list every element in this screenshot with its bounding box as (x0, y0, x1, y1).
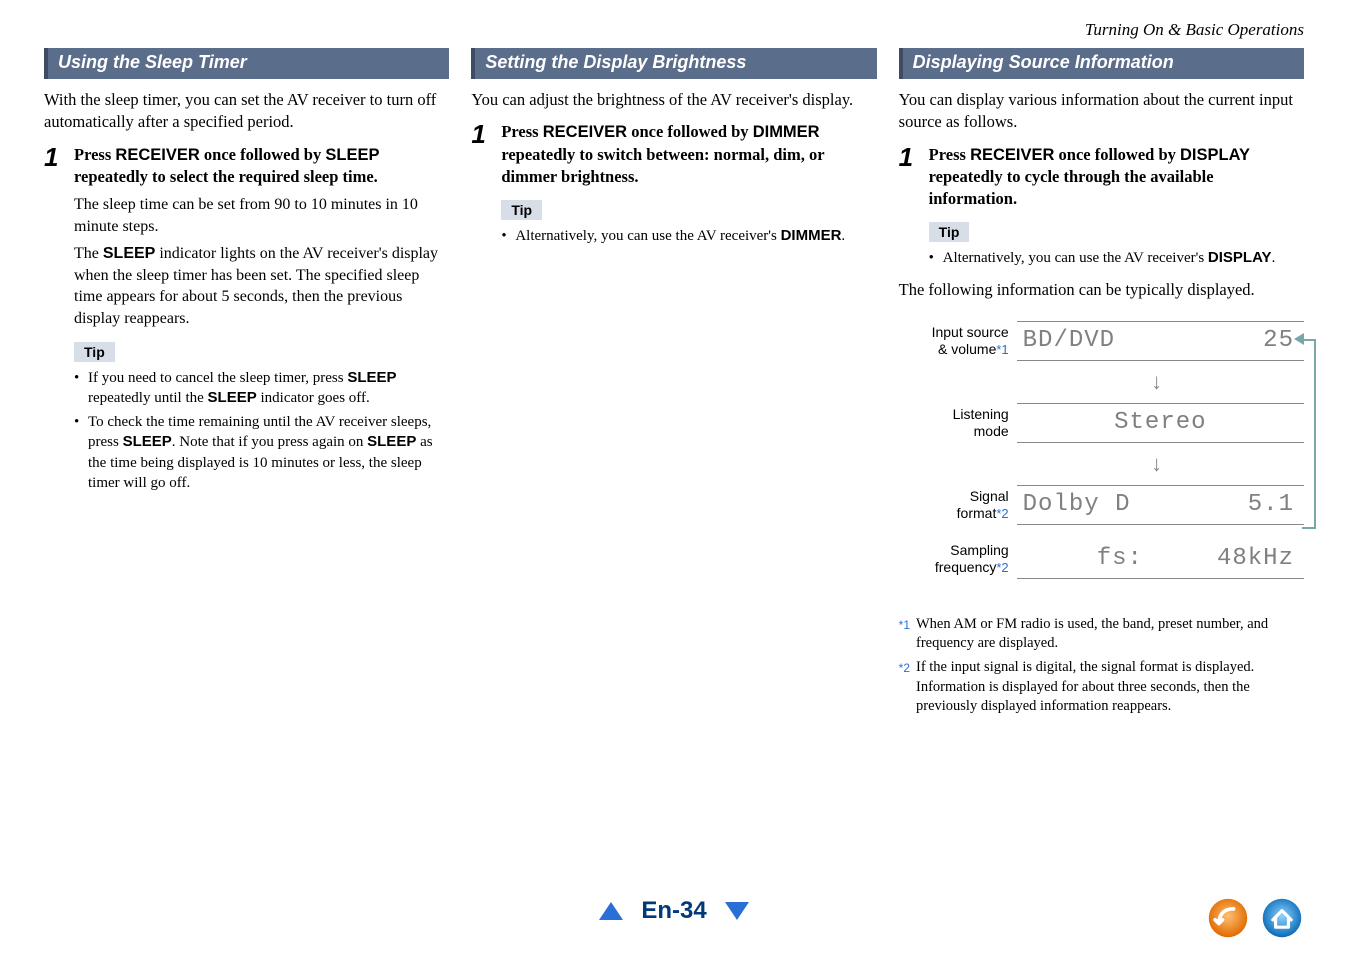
display-label: Signal format*2 (899, 488, 1009, 522)
column-source-info: Displaying Source Information You can di… (899, 48, 1304, 721)
display-label: Sampling frequency*2 (899, 542, 1009, 576)
following-info-text: The following information can be typical… (899, 279, 1304, 301)
intro-brightness: You can adjust the brightness of the AV … (471, 89, 876, 111)
tip-label: Tip (501, 200, 542, 220)
loop-line (1302, 339, 1316, 529)
step-1-sleep: 1 Press RECEIVER once followed by SLEEP … (44, 144, 449, 498)
tip-label: Tip (74, 342, 115, 362)
lcd-text-left: Dolby D (1023, 491, 1248, 518)
step-sub-2: The SLEEP indicator lights on the AV rec… (74, 243, 449, 329)
key-sleep: SLEEP (325, 146, 379, 164)
page-footer: En-34 (0, 886, 1348, 936)
intro-source-info: You can display various information abou… (899, 89, 1304, 134)
page-indicator: En-34 (599, 897, 748, 925)
next-page-icon[interactable] (725, 902, 749, 920)
display-row-input-source: Input source & volume*1 BD/DVD 25 (899, 321, 1304, 361)
footnote-ref-2: *2 (996, 506, 1008, 521)
breadcrumb: Turning On & Basic Operations (44, 20, 1304, 40)
display-row-sampling-frequency-wrap: Sampling frequency*2 fs: 48kHz (899, 539, 1304, 579)
page-number: En-34 (641, 897, 706, 925)
home-icon[interactable] (1260, 896, 1304, 940)
key-receiver: RECEIVER (115, 146, 199, 164)
key-display: DISPLAY (1180, 146, 1250, 164)
key-dimmer: DIMMER (781, 227, 842, 244)
footnotes: *1 When AM or FM radio is used, the band… (899, 615, 1304, 717)
key-sleep: SLEEP (347, 369, 396, 386)
arrow-down-icon: ↓ (1017, 369, 1297, 395)
lcd-text-left: fs: (1023, 545, 1217, 572)
lcd-screen: fs: 48kHz (1017, 539, 1304, 579)
lcd-text-right: 48kHz (1217, 545, 1298, 572)
heading-source-info: Displaying Source Information (899, 48, 1304, 79)
tip-list: If you need to cancel the sleep timer, p… (74, 368, 449, 494)
step-number: 1 (899, 144, 919, 170)
column-brightness: Setting the Display Brightness You can a… (471, 48, 876, 721)
tip-item: Alternatively, you can use the AV receiv… (501, 226, 876, 246)
tip-list: Alternatively, you can use the AV receiv… (929, 248, 1304, 268)
tip-item: To check the time remaining until the AV… (74, 412, 449, 493)
back-icon[interactable] (1206, 896, 1250, 940)
footnote-marker: *1 (899, 615, 910, 654)
display-row-signal-format: Signal format*2 Dolby D 5.1 (899, 485, 1304, 525)
tip-list: Alternatively, you can use the AV receiv… (501, 226, 876, 246)
footnote-text: If the input signal is digital, the sign… (916, 658, 1304, 717)
step-1-source-info: 1 Press RECEIVER once followed by DISPLA… (899, 144, 1304, 273)
lcd-text-right: 5.1 (1248, 491, 1298, 518)
lcd-screen: Stereo (1017, 403, 1304, 443)
footnote-2: *2 If the input signal is digital, the s… (899, 658, 1304, 717)
heading-brightness: Setting the Display Brightness (471, 48, 876, 79)
tip-item: If you need to cancel the sleep timer, p… (74, 368, 449, 409)
lcd-text-left: BD/DVD (1023, 327, 1264, 354)
display-row-listening-mode: Listening mode Stereo (899, 403, 1304, 443)
key-display: DISPLAY (1208, 249, 1272, 266)
heading-sleep-timer: Using the Sleep Timer (44, 48, 449, 79)
display-row-sampling-frequency: Sampling frequency*2 fs: 48kHz (899, 539, 1304, 579)
key-sleep: SLEEP (367, 433, 416, 450)
intro-sleep-timer: With the sleep timer, you can set the AV… (44, 89, 449, 134)
lcd-text-center: Stereo (1114, 409, 1206, 436)
display-label: Listening mode (899, 406, 1009, 440)
tip-label: Tip (929, 222, 970, 242)
lcd-screen: Dolby D 5.1 (1017, 485, 1304, 525)
key-receiver: RECEIVER (970, 146, 1054, 164)
step-instruction: Press RECEIVER once followed by SLEEP re… (74, 144, 449, 189)
arrow-down-icon: ↓ (1017, 451, 1297, 477)
footnote-ref-1: *1 (996, 342, 1008, 357)
prev-page-icon[interactable] (599, 902, 623, 920)
lcd-screen: BD/DVD 25 (1017, 321, 1304, 361)
step-number: 1 (44, 144, 64, 170)
footnote-marker: *2 (899, 658, 910, 717)
step-instruction: Press RECEIVER once followed by DIMMER r… (501, 121, 876, 188)
step-number: 1 (471, 121, 491, 147)
step-1-brightness: 1 Press RECEIVER once followed by DIMMER… (471, 121, 876, 250)
lcd-text-right: 25 (1263, 327, 1298, 354)
display-label: Input source & volume*1 (899, 324, 1009, 358)
key-sleep: SLEEP (103, 245, 155, 262)
step-instruction: Press RECEIVER once followed by DISPLAY … (929, 144, 1304, 211)
column-sleep-timer: Using the Sleep Timer With the sleep tim… (44, 48, 449, 721)
display-diagram: Input source & volume*1 BD/DVD 25 ↓ List… (899, 321, 1304, 525)
step-sub-1: The sleep time can be set from 90 to 10 … (74, 194, 449, 237)
key-dimmer: DIMMER (753, 123, 820, 141)
key-receiver: RECEIVER (543, 123, 627, 141)
tip-item: Alternatively, you can use the AV receiv… (929, 248, 1304, 268)
footnote-text: When AM or FM radio is used, the band, p… (916, 615, 1304, 654)
key-sleep: SLEEP (208, 389, 257, 406)
footnote-ref-2: *2 (996, 560, 1008, 575)
footnote-1: *1 When AM or FM radio is used, the band… (899, 615, 1304, 654)
key-sleep: SLEEP (123, 433, 172, 450)
